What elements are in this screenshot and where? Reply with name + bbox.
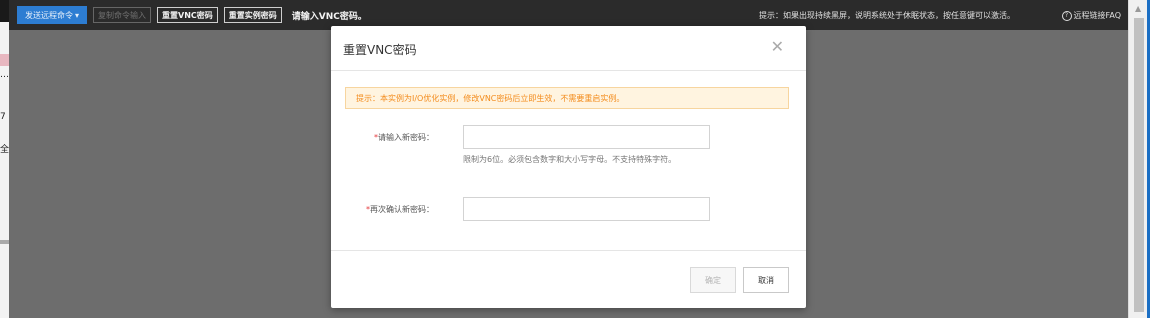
- scroll-up-arrow-icon[interactable]: ▲: [1135, 4, 1141, 13]
- send-remote-command-label: 发送远程命令: [25, 10, 73, 20]
- background-glyph: 全: [0, 145, 10, 155]
- faq-label: 远程链接FAQ: [1073, 11, 1122, 20]
- new-password-label-text: 请输入新密码：: [378, 133, 434, 142]
- background-window-strip: … 7 全: [0, 0, 9, 318]
- reset-vnc-password-button[interactable]: 重置VNC密码: [157, 7, 218, 23]
- caret-down-icon: ▾: [75, 10, 80, 20]
- dialog-header: 重置VNC密码 ✕: [331, 26, 806, 71]
- copy-command-input-button[interactable]: 复制命令输入: [93, 7, 152, 23]
- scrollbar-thumb[interactable]: [1134, 18, 1144, 312]
- reset-instance-password-button[interactable]: 重置实例密码: [223, 7, 282, 23]
- password-rule-hint: 限制为6位。必须包含数字和大小写字母。不支持特殊字符。: [463, 155, 677, 164]
- background-pink-block: [0, 54, 9, 66]
- background-bar: [0, 240, 9, 244]
- remote-link-faq-link[interactable]: ? 远程链接FAQ: [1061, 10, 1122, 21]
- confirm-password-input[interactable]: [463, 197, 710, 221]
- cancel-button[interactable]: 取消: [743, 267, 789, 293]
- dialog-footer-divider: [331, 250, 806, 251]
- background-glyph: 7: [0, 112, 6, 122]
- new-password-label: *请输入新密码：: [331, 132, 434, 143]
- confirm-password-label: *再次确认新密码：: [331, 204, 434, 215]
- background-dark-block: [0, 0, 9, 22]
- question-circle-icon: ?: [1061, 10, 1072, 21]
- new-password-input[interactable]: [463, 125, 710, 149]
- confirm-button[interactable]: 确定: [690, 267, 736, 293]
- black-screen-tip: 提示：如果出现持续黑屏，说明系统处于休眠状态，按任意键可以激活。: [759, 11, 1015, 20]
- background-glyph: …: [0, 70, 9, 80]
- dialog-title: 重置VNC密码: [343, 43, 417, 57]
- confirm-password-label-text: 再次确认新密码：: [370, 205, 434, 214]
- close-icon[interactable]: ✕: [771, 37, 784, 56]
- reset-vnc-password-dialog: 重置VNC密码 ✕ 提示：本实例为I/O优化实例，修改VNC密码后立即生效，不需…: [331, 26, 806, 308]
- send-remote-command-button[interactable]: 发送远程命令 ▾: [17, 6, 88, 24]
- notice-banner: 提示：本实例为I/O优化实例，修改VNC密码后立即生效，不需要重启实例。: [345, 87, 789, 109]
- status-text: 请输入VNC密码。: [291, 11, 367, 22]
